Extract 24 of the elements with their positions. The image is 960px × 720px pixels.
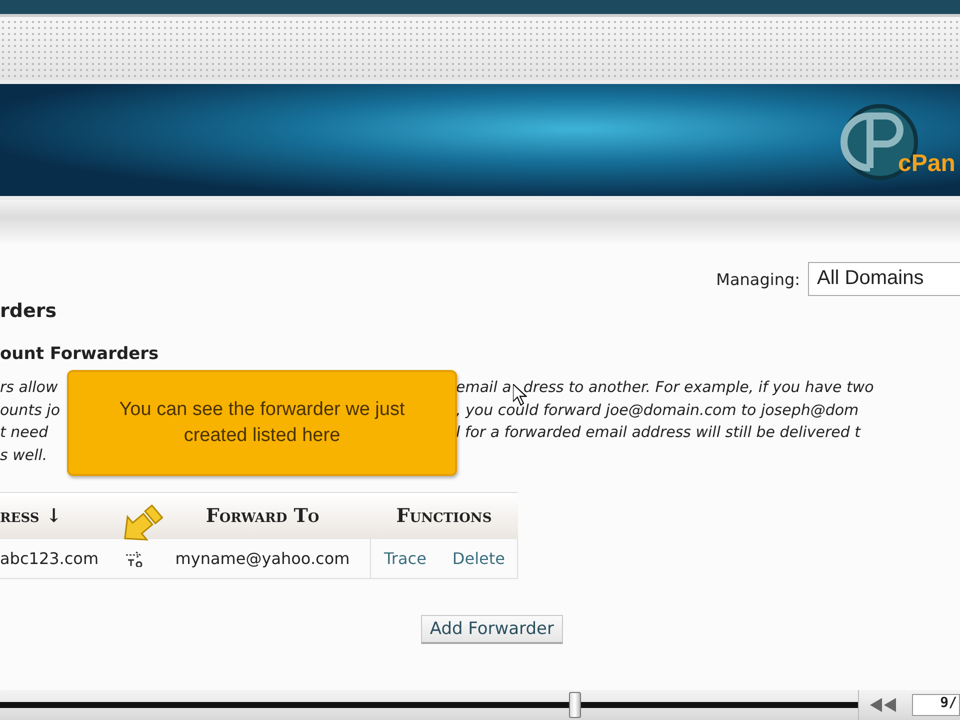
page-title: rders (0, 300, 58, 322)
column-header: Forward To (155, 493, 370, 538)
column-header[interactable]: ress ↓ (0, 493, 115, 538)
domain-select[interactable]: All Domains (808, 262, 960, 296)
description-text: ounts jo (0, 400, 60, 418)
section-title: ount Forwarders (0, 344, 160, 364)
seek-thumb[interactable] (568, 692, 581, 718)
table-cell: abc123.com (0, 549, 99, 568)
description-text: rs allow (0, 378, 58, 396)
table-cell: myname@yahoo.com (175, 549, 350, 568)
description-text: email a (456, 378, 512, 398)
page-counter: 9/ (912, 694, 960, 716)
rewind-icon (868, 697, 898, 713)
action-link[interactable]: Trace (384, 549, 426, 568)
managing-label: Managing: (716, 270, 800, 288)
description-text: dress to another. For example, if you have two (523, 378, 874, 398)
logo-text: cPan (898, 150, 956, 178)
add-forwarder-button[interactable]: Add Forwarder (420, 615, 563, 644)
tutorial-tooltip: You can see the forwarder we just created listed here (67, 370, 457, 476)
description-text: t need (0, 423, 48, 441)
column-header: Functions (370, 493, 518, 538)
action-link[interactable]: Delete (452, 549, 505, 568)
description-text: l for a forwarded email address will still be delivered t (456, 423, 861, 443)
description-text: s well. (0, 446, 48, 464)
